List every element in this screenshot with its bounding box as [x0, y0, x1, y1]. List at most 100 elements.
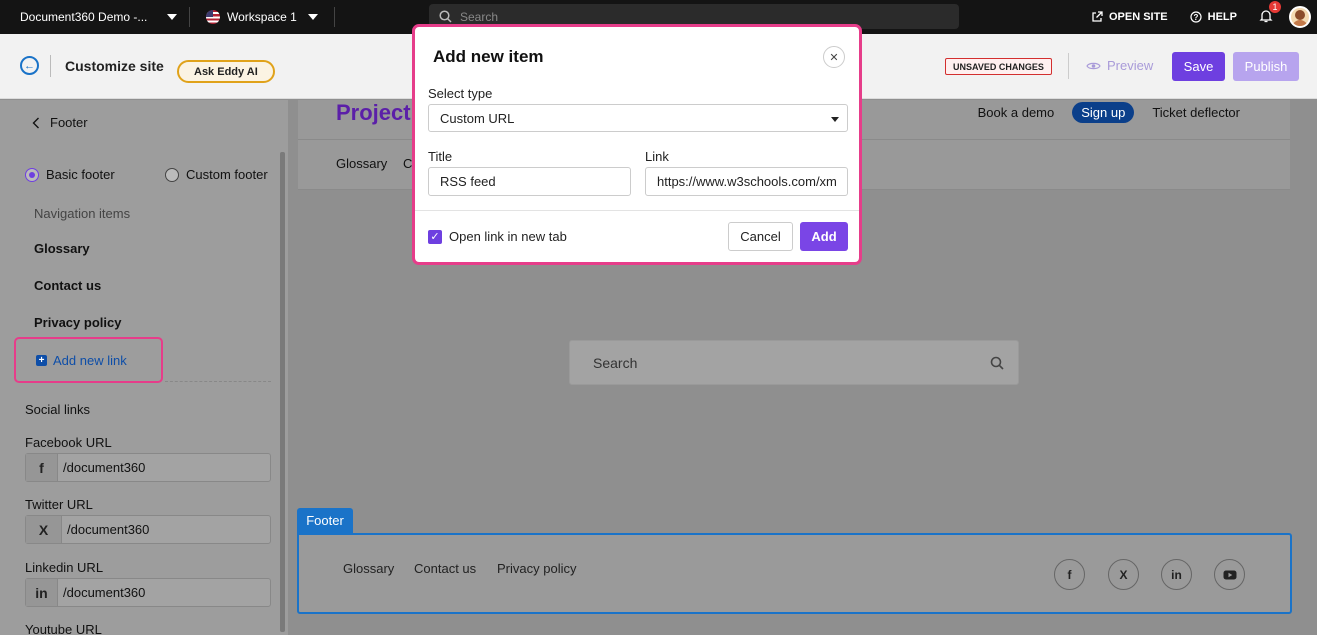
plus-icon: +	[36, 354, 47, 366]
help-label: HELP	[1207, 11, 1237, 23]
scrollbar[interactable]	[280, 152, 285, 632]
eye-icon	[1086, 62, 1101, 69]
open-site-link[interactable]: OPEN SITE	[1091, 11, 1168, 23]
nav-sign-up[interactable]: Sign up	[1072, 102, 1135, 123]
select-type-label: Select type	[428, 86, 493, 101]
project-switcher[interactable]: Document360 Demo -...	[20, 0, 178, 34]
linkedin-url-field[interactable]: in /document360	[25, 578, 271, 607]
nav-book-demo[interactable]: Book a demo	[978, 105, 1055, 120]
radio-label: Basic footer	[46, 167, 115, 182]
facebook-url-field[interactable]: f /document360	[25, 453, 271, 482]
link-input[interactable]	[645, 167, 848, 196]
linkedin-icon: in	[26, 579, 58, 606]
close-icon[interactable]: ✕	[823, 46, 845, 68]
nav-item[interactable]: Glossary	[34, 241, 90, 256]
divider	[50, 55, 51, 77]
checkbox-label: Open link in new tab	[449, 229, 567, 244]
workspace-switcher[interactable]: Workspace 1	[206, 0, 318, 34]
facebook-icon[interactable]: f	[1054, 559, 1085, 590]
x-twitter-icon: X	[26, 516, 62, 543]
nav-item[interactable]: Contact us	[34, 278, 101, 293]
basic-footer-radio[interactable]: Basic footer	[25, 167, 115, 182]
open-site-label: OPEN SITE	[1108, 11, 1168, 23]
preview-button[interactable]: Preview	[1086, 58, 1153, 73]
youtube-icon[interactable]	[1214, 559, 1245, 590]
add-new-link-label: Add new link	[53, 352, 127, 368]
select-type-dropdown[interactable]: Custom URL	[428, 104, 848, 132]
back-to-footer[interactable]: Footer	[32, 115, 88, 130]
notifications-button[interactable]: 1	[1259, 0, 1281, 26]
add-new-link-button[interactable]: + Add new link	[14, 337, 163, 383]
chevron-left-icon	[32, 117, 39, 128]
preview-nav: Book a demo Sign up Ticket deflector	[978, 102, 1240, 123]
back-arrow-icon[interactable]: ←	[20, 56, 39, 75]
search-icon	[439, 10, 452, 23]
title-label: Title	[428, 149, 453, 164]
radio-label: Custom footer	[186, 167, 268, 182]
preview-footer[interactable]: Glossary Contact us Privacy policy f X i…	[297, 533, 1292, 614]
subnav-item[interactable]: C	[403, 156, 412, 171]
nav-item[interactable]: Privacy policy	[34, 315, 121, 330]
search-input[interactable]	[460, 9, 940, 24]
external-link-icon	[1092, 11, 1103, 22]
twitter-url-field[interactable]: X /document360	[25, 515, 271, 544]
workspace-name: Workspace 1	[227, 10, 297, 24]
cancel-button[interactable]: Cancel	[728, 222, 793, 251]
help-link[interactable]: ? HELP	[1190, 11, 1237, 23]
project-name: Document360 Demo -...	[20, 10, 148, 24]
footer-tag: Footer	[297, 508, 353, 533]
linkedin-label: Linkedin URL	[25, 560, 104, 575]
title-input[interactable]	[428, 167, 631, 196]
linkedin-icon[interactable]: in	[1161, 559, 1192, 590]
youtube-label: Youtube URL	[25, 622, 102, 635]
footer-link[interactable]: Privacy policy	[497, 561, 576, 576]
linkedin-value: /document360	[63, 585, 146, 600]
notification-badge: 1	[1269, 0, 1281, 13]
select-type-value: Custom URL	[440, 110, 515, 126]
page-title: Customize site	[65, 58, 164, 74]
nav-ticket-deflector[interactable]: Ticket deflector	[1152, 105, 1240, 120]
settings-sidebar: Footer Basic footer Custom footer Naviga…	[0, 100, 288, 635]
custom-footer-radio[interactable]: Custom footer	[165, 167, 268, 182]
nav-items-heading: Navigation items	[34, 206, 131, 221]
twitter-value: /document360	[67, 522, 150, 537]
brand-title: Project	[336, 100, 411, 125]
divider	[334, 7, 335, 27]
chevron-down-icon	[167, 14, 178, 20]
facebook-label: Facebook URL	[25, 435, 112, 450]
open-new-tab-checkbox[interactable]: ✓ Open link in new tab	[428, 229, 567, 244]
facebook-icon: f	[26, 454, 58, 481]
publish-button[interactable]: Publish	[1233, 52, 1299, 81]
avatar[interactable]	[1289, 6, 1311, 28]
twitter-label: Twitter URL	[25, 497, 93, 512]
save-button[interactable]: Save	[1172, 52, 1225, 81]
search-icon	[990, 356, 1004, 370]
subnav-glossary[interactable]: Glossary	[336, 156, 387, 171]
add-button[interactable]: Add	[800, 222, 848, 251]
divider	[415, 210, 859, 211]
caret-down-icon	[831, 117, 839, 122]
help-icon: ?	[1190, 11, 1202, 23]
preview-search-bar[interactable]: Search	[569, 340, 1019, 385]
chevron-down-icon	[307, 14, 318, 20]
ask-eddy-button[interactable]: Ask Eddy AI	[177, 60, 275, 83]
preview-label: Preview	[1107, 58, 1154, 73]
radio-icon	[165, 167, 179, 182]
footer-link[interactable]: Contact us	[414, 561, 476, 576]
checkbox-checked-icon: ✓	[428, 229, 442, 244]
social-links-heading: Social links	[25, 402, 91, 417]
search-placeholder: Search	[593, 354, 638, 371]
add-new-item-dialog: Add new item ✕ Select type Custom URL Ti…	[412, 24, 862, 265]
section-title: Footer	[50, 115, 88, 130]
svg-text:?: ?	[1193, 13, 1198, 22]
footer-link[interactable]: Glossary	[343, 561, 394, 576]
x-twitter-icon[interactable]: X	[1108, 559, 1139, 590]
radio-selected-icon	[25, 167, 39, 182]
unsaved-badge: UNSAVED CHANGES	[945, 58, 1052, 75]
divider	[1068, 53, 1069, 79]
divider	[189, 7, 190, 27]
facebook-value: /document360	[63, 460, 146, 475]
divider	[165, 381, 271, 382]
us-flag-icon	[206, 10, 220, 24]
link-label: Link	[645, 149, 669, 164]
